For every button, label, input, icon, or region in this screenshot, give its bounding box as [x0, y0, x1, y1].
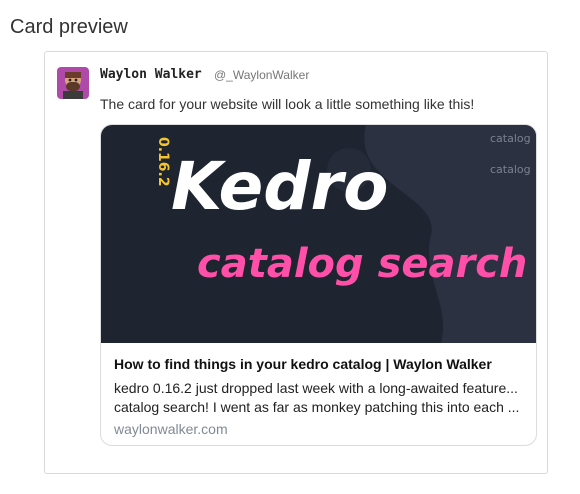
- card-title[interactable]: How to find things in your kedro catalog…: [114, 356, 492, 372]
- side-text-1: catalog: [490, 132, 531, 145]
- subtitle-text: catalog search: [197, 241, 527, 287]
- avatar: [57, 67, 89, 99]
- card-body[interactable]: How to find things in your kedro catalog…: [101, 343, 536, 445]
- side-text-2: catalog: [490, 163, 531, 176]
- brand-text: Kedro: [171, 148, 388, 225]
- card-description-line-1: kedro 0.16.2 just dropped last week with…: [114, 380, 518, 396]
- card-description-line-2: catalog search! I went as far as monkey …: [114, 399, 520, 415]
- author-handle[interactable]: @_WaylonWalker: [214, 68, 309, 82]
- card-image-graphic: catalog catalog 0.16.2 Kedro catalog sea…: [101, 125, 536, 343]
- version-label: 0.16.2: [155, 137, 171, 187]
- author-name[interactable]: Waylon Walker: [100, 67, 202, 82]
- tweet-text: The card for your website will look a li…: [100, 96, 475, 112]
- card-domain[interactable]: waylonwalker.com: [114, 421, 228, 437]
- card-description: kedro 0.16.2 just dropped last week with…: [114, 379, 524, 417]
- section-title: Card preview: [10, 16, 128, 38]
- avatar-image: [57, 67, 89, 99]
- card-image[interactable]: catalog catalog 0.16.2 Kedro catalog sea…: [101, 125, 536, 343]
- link-card[interactable]: catalog catalog 0.16.2 Kedro catalog sea…: [100, 124, 537, 446]
